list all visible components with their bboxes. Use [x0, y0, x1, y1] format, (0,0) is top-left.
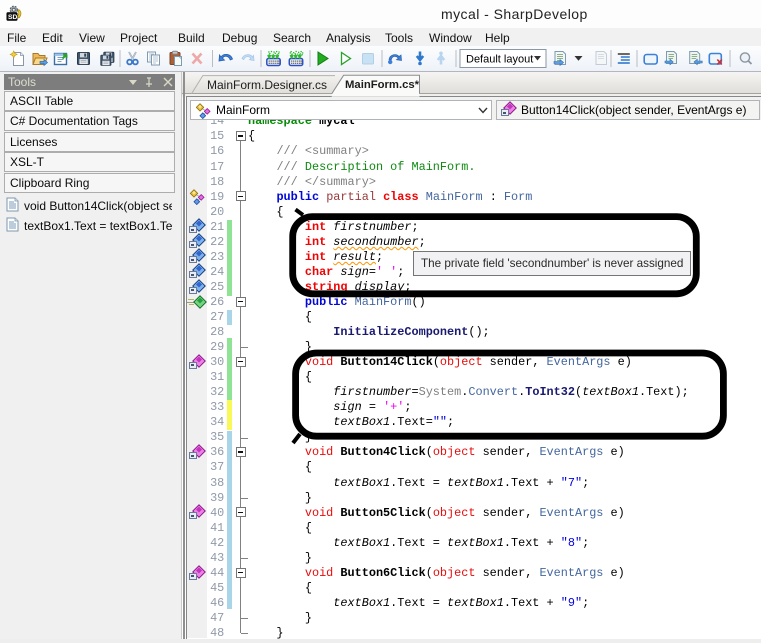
svg-text:Default layout: Default layout [466, 54, 533, 66]
svg-text:SD: SD [8, 14, 18, 21]
